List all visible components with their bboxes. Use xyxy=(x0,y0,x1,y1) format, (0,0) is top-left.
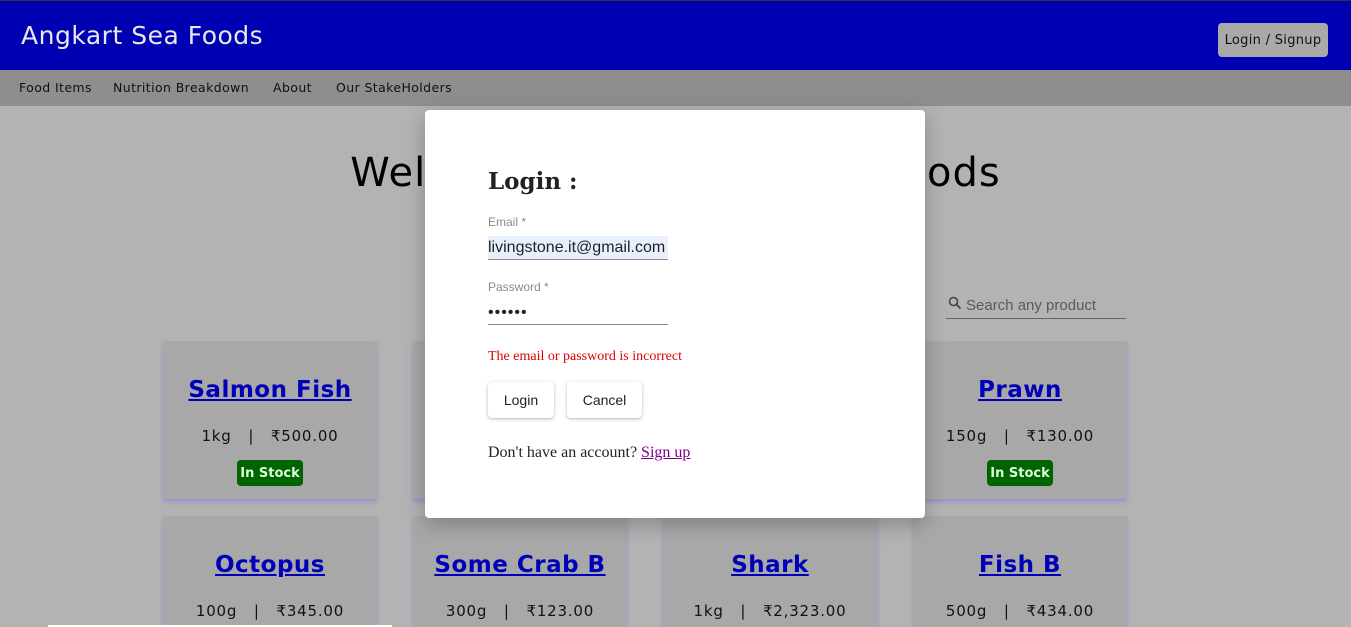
product-title[interactable]: Some Crab B xyxy=(413,552,627,578)
password-field[interactable] xyxy=(488,301,668,325)
login-dialog: Login : Email * Password * The email or … xyxy=(425,110,925,518)
product-price: ₹500.00 xyxy=(270,427,339,445)
product-price: ₹123.00 xyxy=(526,602,595,620)
product-card-some-crab-b[interactable]: Some Crab B 300g | ₹123.00 xyxy=(413,516,627,627)
dialog-title: Login : xyxy=(488,168,578,195)
search-input[interactable] xyxy=(966,293,1124,317)
product-title[interactable]: Shark xyxy=(663,552,877,578)
nav-item-about[interactable]: About xyxy=(273,80,312,95)
stock-badge: In Stock xyxy=(987,460,1053,486)
product-weight: 500g xyxy=(945,602,988,620)
product-meta: 500g | ₹434.00 xyxy=(945,602,1095,620)
product-title[interactable]: Salmon Fish xyxy=(163,377,377,403)
signup-prompt-line: Don't have an account? Sign up xyxy=(488,444,690,462)
product-price: ₹434.00 xyxy=(1026,602,1095,620)
product-card-salmon-fish[interactable]: Salmon Fish 1kg | ₹500.00 In Stock xyxy=(163,341,377,499)
signup-link[interactable]: Sign up xyxy=(641,444,690,461)
product-weight: 300g xyxy=(445,602,488,620)
email-label: Email * xyxy=(488,215,527,229)
product-weight: 100g xyxy=(195,602,238,620)
product-price: ₹130.00 xyxy=(1026,427,1095,445)
product-card-prawn[interactable]: Prawn 150g | ₹130.00 In Stock xyxy=(913,341,1127,499)
nav-item-food-items[interactable]: Food Items xyxy=(19,80,92,95)
cancel-button[interactable]: Cancel xyxy=(567,382,642,418)
nav-bar: Food Items Nutrition Breakdown About Our… xyxy=(0,70,1351,106)
product-weight: 150g xyxy=(945,427,988,445)
nav-item-nutrition-breakdown[interactable]: Nutrition Breakdown xyxy=(113,80,249,95)
product-meta: 1kg | ₹2,323.00 xyxy=(693,602,847,620)
product-weight: 1kg xyxy=(201,427,232,445)
search-bar xyxy=(946,293,1126,319)
login-signup-button[interactable]: Login / Signup xyxy=(1218,23,1328,57)
product-meta: 100g | ₹345.00 xyxy=(195,602,345,620)
product-title[interactable]: Prawn xyxy=(913,377,1127,403)
product-title[interactable]: Fish B xyxy=(913,552,1127,578)
brand-title[interactable]: Angkart Sea Foods xyxy=(21,21,263,50)
login-button[interactable]: Login xyxy=(488,382,554,418)
email-field[interactable] xyxy=(488,236,668,260)
product-title[interactable]: Octopus xyxy=(163,552,377,578)
product-weight: 1kg xyxy=(693,602,724,620)
product-card-octopus[interactable]: Octopus 100g | ₹345.00 xyxy=(163,516,377,627)
product-meta: 300g | ₹123.00 xyxy=(445,602,595,620)
product-meta: 150g | ₹130.00 xyxy=(945,427,1095,445)
nav-item-stakeholders[interactable]: Our StakeHolders xyxy=(336,80,452,95)
stock-badge: In Stock xyxy=(237,460,303,486)
search-icon xyxy=(948,295,962,310)
error-message: The email or password is incorrect xyxy=(488,349,682,364)
product-price: ₹2,323.00 xyxy=(762,602,847,620)
signup-prompt: Don't have an account? xyxy=(488,444,638,461)
product-card-fish-b[interactable]: Fish B 500g | ₹434.00 xyxy=(913,516,1127,627)
product-meta: 1kg | ₹500.00 xyxy=(201,427,339,445)
product-price: ₹345.00 xyxy=(276,602,345,620)
product-card-shark[interactable]: Shark 1kg | ₹2,323.00 xyxy=(663,516,877,627)
password-label: Password * xyxy=(488,280,549,294)
top-header: Angkart Sea Foods Login / Signup xyxy=(0,0,1351,70)
